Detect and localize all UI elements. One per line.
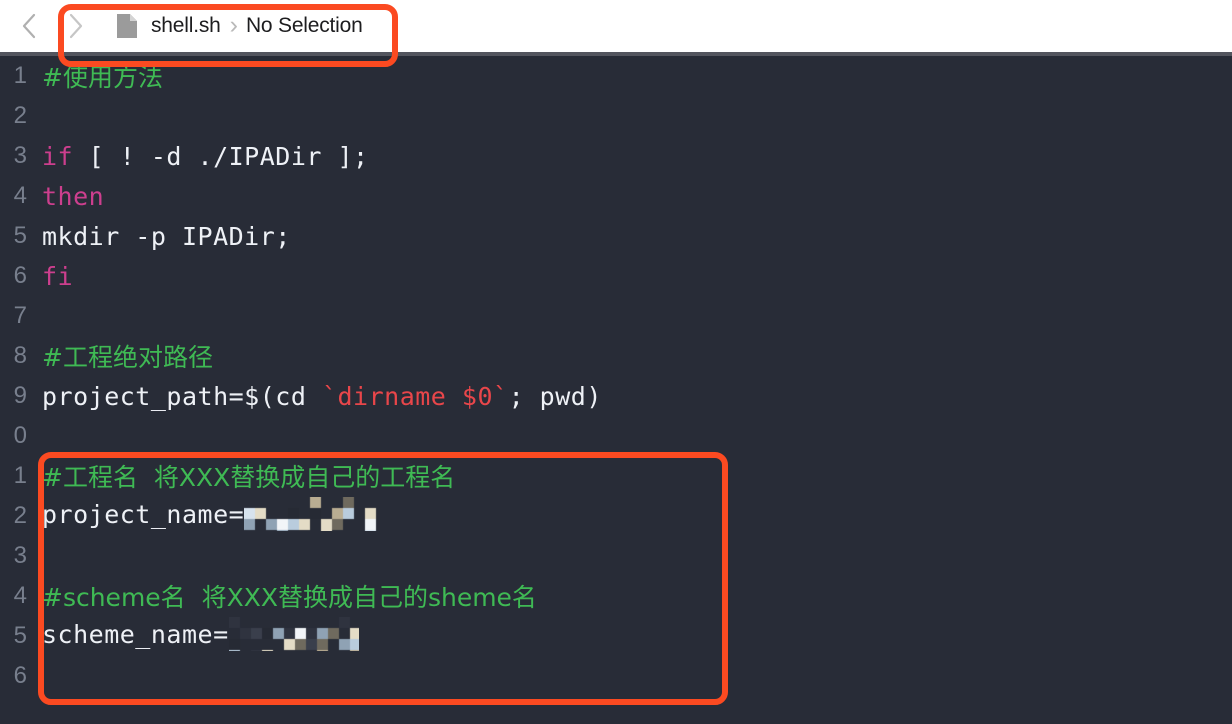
line-number: 8	[13, 342, 27, 369]
code-line[interactable]: 4 then	[0, 176, 1232, 216]
xcode-editor-window: shell.sh › No Selection 1 #使用方法 2 3 if [ ! -…	[0, 0, 1232, 724]
code-line[interactable]: 5 mkdir -p IPADir;	[0, 216, 1232, 256]
line-number: 2	[13, 502, 27, 529]
code-line-text: then	[42, 182, 104, 211]
code-token-plain: ; pwd)	[508, 381, 602, 411]
code-token-comment: #使用方法	[42, 63, 163, 92]
code-token-keyword: then	[42, 181, 105, 211]
code-line[interactable]: 1 #使用方法	[0, 56, 1232, 96]
code-line[interactable]: 3 if [ ! -d ./IPADir ];	[0, 136, 1232, 176]
code-line[interactable]: 8 #工程绝对路径	[0, 336, 1232, 376]
code-line[interactable]: 0	[0, 416, 1232, 456]
line-number: 6	[13, 662, 27, 689]
code-line-text: #工程绝对路径	[42, 338, 213, 374]
chevron-right-icon[interactable]	[60, 11, 90, 41]
code-line[interactable]: 4 #scheme名 将XXX替换成自己的sheme名	[0, 576, 1232, 616]
code-line[interactable]: 1 #工程名 将XXX替换成自己的工程名	[0, 456, 1232, 496]
code-token-keyword: if	[42, 141, 74, 171]
breadcrumb-selection[interactable]: No Selection	[246, 14, 363, 38]
code-line-text: mkdir -p IPADir;	[42, 222, 291, 251]
jump-bar: shell.sh › No Selection	[0, 0, 1232, 52]
code-line[interactable]: 6	[0, 656, 1232, 696]
line-number: 2	[13, 102, 27, 129]
breadcrumb-file-name[interactable]: shell.sh	[151, 14, 221, 38]
code-line-text: #工程名 将XXX替换成自己的工程名	[42, 458, 455, 494]
code-line-text: #scheme名 将XXX替换成自己的sheme名	[42, 578, 537, 614]
code-line-text: project_path=$(cd `dirname $0`; pwd)	[42, 382, 602, 411]
line-number: 9	[13, 382, 27, 409]
line-number: 1	[13, 62, 27, 89]
code-line[interactable]: 9 project_path=$(cd `dirname $0`; pwd)	[0, 376, 1232, 416]
breadcrumb-separator-icon: ›	[229, 10, 238, 39]
code-line-text: scheme_name=	[42, 617, 359, 653]
line-number: 5	[13, 222, 27, 249]
code-token-comment: #scheme名 将XXX替换成自己的sheme名	[42, 583, 537, 612]
line-number: 7	[13, 302, 27, 329]
code-line[interactable]: 3	[0, 536, 1232, 576]
code-line-text: #使用方法	[42, 58, 163, 94]
code-token-string: `dirname $0`	[321, 381, 509, 411]
code-token-comment: #工程名 将XXX替换成自己的工程名	[42, 463, 456, 492]
code-line-text: fi	[42, 262, 73, 291]
code-token-plain: project_path=$(cd	[42, 381, 322, 411]
code-token-comment: #工程绝对路径	[42, 343, 213, 372]
line-number: 5	[13, 622, 27, 649]
code-token-plain: scheme_name=	[42, 620, 229, 649]
code-line-text: project_name=	[42, 497, 385, 533]
code-token-keyword: fi	[42, 261, 74, 291]
line-number: 6	[13, 262, 27, 289]
file-document-icon[interactable]	[116, 13, 138, 39]
line-number: 4	[13, 182, 27, 209]
line-number: 3	[13, 542, 27, 569]
source-code-editor[interactable]: 1 #使用方法 2 3 if [ ! -d ./IPADir ]; 4 then 5 mkdir…	[0, 56, 1232, 724]
line-number: 1	[13, 462, 27, 489]
code-token-plain: project_name=	[42, 500, 245, 529]
line-number: 3	[13, 142, 27, 169]
code-line[interactable]: 7	[0, 296, 1232, 336]
line-number: 4	[13, 582, 27, 609]
code-line-text: if [ ! -d ./IPADir ];	[42, 142, 369, 171]
redacted-value-mosaic	[244, 497, 385, 531]
code-line[interactable]: 6 fi	[0, 256, 1232, 296]
code-token-plain: [ ! -d ./IPADir ];	[73, 141, 369, 171]
redacted-value-mosaic	[228, 617, 359, 651]
code-line[interactable]: 2 project_name=	[0, 496, 1232, 536]
code-line[interactable]: 5 scheme_name=	[0, 616, 1232, 656]
code-token-plain: mkdir -p IPADir;	[42, 221, 291, 251]
code-line[interactable]: 2	[0, 96, 1232, 136]
line-number: 0	[13, 422, 27, 449]
chevron-left-icon[interactable]	[14, 11, 44, 41]
